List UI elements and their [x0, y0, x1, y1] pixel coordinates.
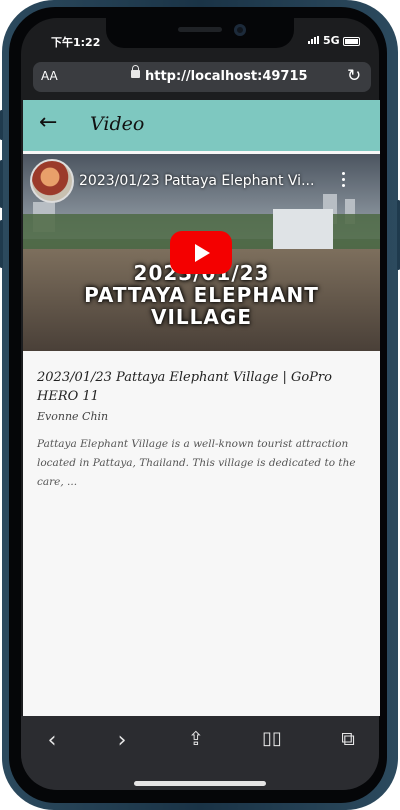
page-content: ← Video 2023/01/23 PATTAYA ELEPHANT VILL…	[23, 100, 380, 716]
video-title[interactable]: 2023/01/23 Pattaya Elephant Vi...	[79, 173, 314, 189]
lock-icon	[131, 65, 140, 78]
home-indicator	[134, 781, 266, 786]
text-size-button[interactable]: AA	[41, 69, 58, 83]
app-bar: ← Video	[23, 100, 380, 151]
video-player[interactable]: 2023/01/23 PATTAYA ELEPHANT VILLAGE 2023…	[23, 154, 380, 351]
side-button	[0, 110, 3, 140]
front-camera	[234, 24, 246, 36]
bookmarks-icon[interactable]: ▯▯	[257, 728, 287, 758]
browser-toolbar: ‹ › ⇪ ▯▯ ⧉	[21, 716, 379, 790]
tabs-icon[interactable]: ⧉	[333, 728, 363, 758]
signal-icon	[308, 36, 319, 44]
building	[273, 209, 333, 254]
video-details: 2023/01/23 Pattaya Elephant Village | Go…	[37, 368, 367, 492]
url-text[interactable]: http://localhost:49715	[145, 69, 308, 84]
author-name: Evonne Chin	[37, 410, 109, 423]
side-button	[0, 160, 3, 208]
speaker-grille	[178, 27, 222, 32]
battery-icon	[343, 37, 360, 46]
chevron-right-icon[interactable]: ›	[107, 728, 137, 758]
share-icon[interactable]: ⇪	[181, 728, 211, 758]
channel-avatar[interactable]	[30, 159, 74, 203]
network-label: 5G	[323, 34, 340, 47]
more-options-icon[interactable]	[341, 172, 347, 190]
status-time: 下午1:22	[51, 36, 101, 49]
side-button	[0, 220, 3, 268]
video-heading: 2023/01/23 Pattaya Elephant Village | Go…	[37, 370, 332, 404]
reload-icon[interactable]: ↻	[347, 66, 361, 86]
address-bar[interactable]: AA http://localhost:49715 ↻	[33, 62, 371, 92]
arrow-left-icon[interactable]: ←	[39, 110, 57, 135]
youtube-play-button[interactable]	[170, 231, 232, 274]
chevron-left-icon[interactable]: ‹	[37, 728, 67, 758]
notch	[106, 18, 294, 48]
video-description: Pattaya Elephant Village is a well-known…	[37, 438, 356, 488]
page-title: Video	[90, 113, 145, 135]
